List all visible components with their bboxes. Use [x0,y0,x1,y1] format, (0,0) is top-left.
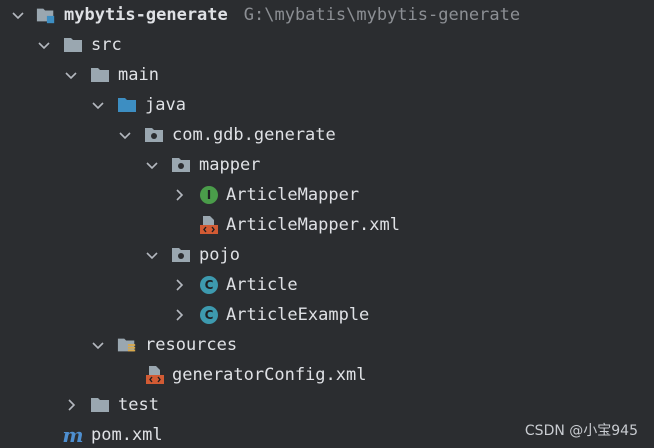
test-label: test [118,395,159,415]
tree-row-src[interactable]: src [0,30,654,60]
resources-folder-icon [117,335,137,355]
class-icon: C [199,305,219,325]
package-icon [144,125,164,145]
article-mapper-label: ArticleMapper [226,185,360,205]
pom-label: pom.xml [91,425,163,445]
tree-row-mapper[interactable]: mapper [0,150,654,180]
chevron-down-icon[interactable] [63,67,79,83]
watermark: CSDN @小宝945 [524,423,638,439]
folder-icon [90,395,110,415]
maven-icon: m [62,423,84,447]
tree-row-java[interactable]: java [0,90,654,120]
source-folder-icon [117,95,137,115]
main-label: main [118,65,159,85]
interface-icon: I [199,185,219,205]
chevron-down-icon[interactable] [90,337,106,353]
chevron-right-icon[interactable] [171,307,187,323]
tree-row-article-mapper-xml[interactable]: ArticleMapper.xml [0,210,654,240]
tree-row-article[interactable]: C Article [0,270,654,300]
tree-row-resources[interactable]: resources [0,330,654,360]
src-label: src [91,35,122,55]
class-icon: C [199,275,219,295]
tree-row-package[interactable]: com.gdb.generate [0,120,654,150]
generator-config-label: generatorConfig.xml [172,365,367,385]
article-example-label: ArticleExample [226,305,370,325]
pojo-label: pojo [199,245,240,265]
tree-row-pojo[interactable]: pojo [0,240,654,270]
chevron-right-icon[interactable] [171,187,187,203]
tree-row-article-mapper[interactable]: I ArticleMapper [0,180,654,210]
folder-icon [63,35,83,55]
package-icon [171,155,191,175]
resources-label: resources [145,335,238,355]
chevron-down-icon[interactable] [117,127,133,143]
chevron-down-icon[interactable] [144,247,160,263]
tree-row-article-example[interactable]: C ArticleExample [0,300,654,330]
module-folder-icon [36,5,56,25]
xml-file-icon [145,365,165,385]
tree-row-test[interactable]: test [0,390,654,420]
tree-row-main[interactable]: main [0,60,654,90]
mapper-label: mapper [199,155,261,175]
project-tree: mybytis-generate G:\mybatis\mybytis-gener… [0,0,654,448]
chevron-right-icon[interactable] [63,397,79,413]
tree-row-root[interactable]: mybytis-generate G:\mybatis\mybytis-gener… [0,0,654,30]
chevron-down-icon[interactable] [36,37,52,53]
package-label: com.gdb.generate [172,125,336,145]
xml-file-icon [199,215,219,235]
java-label: java [145,95,186,115]
chevron-down-icon[interactable] [90,97,106,113]
chevron-right-icon[interactable] [171,277,187,293]
tree-row-generator-config[interactable]: generatorConfig.xml [0,360,654,390]
package-icon [171,245,191,265]
folder-icon [90,65,110,85]
root-path-label: G:\mybatis\mybytis-generate [243,5,521,25]
chevron-down-icon[interactable] [144,157,160,173]
article-label: Article [226,275,298,295]
chevron-down-icon[interactable] [10,7,26,23]
root-module-label: mybytis-generate G:\mybatis\mybytis-gener… [64,5,521,25]
article-mapper-xml-label: ArticleMapper.xml [226,215,400,235]
